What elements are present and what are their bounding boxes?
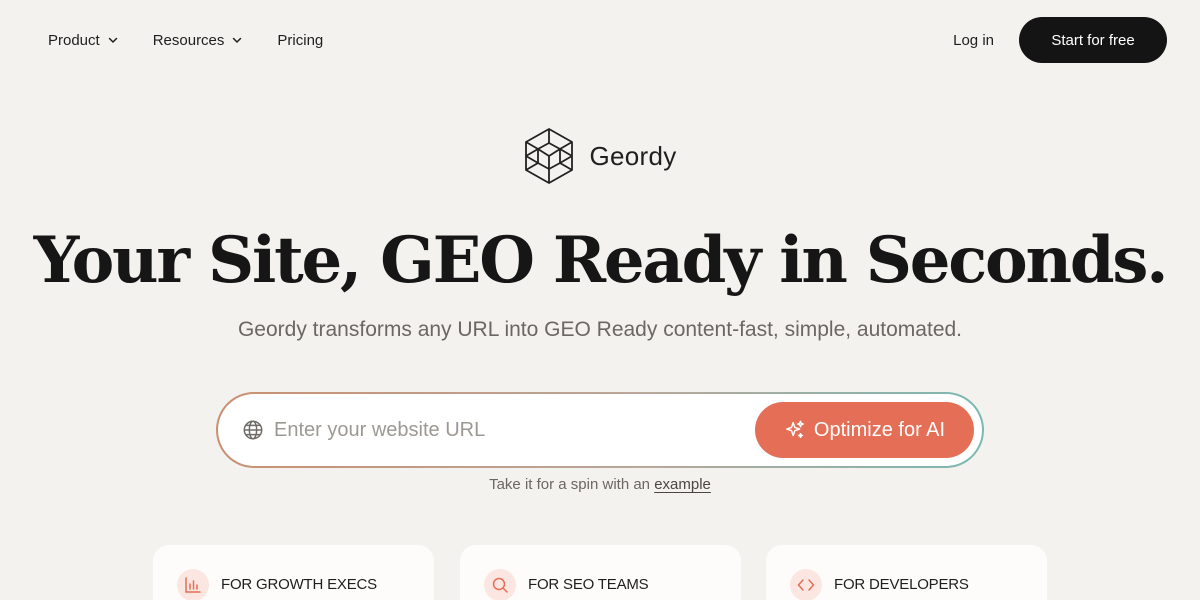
nav-item-product[interactable]: Product: [48, 32, 119, 49]
nav-item-resources[interactable]: Resources: [153, 32, 244, 49]
chevron-down-icon: [108, 37, 117, 43]
top-nav: Product Resources Pricing Log in Start f…: [0, 17, 1200, 63]
chevron-down-icon: [233, 37, 242, 43]
optimize-for-ai-button[interactable]: Optimize for AI: [755, 402, 974, 458]
optimize-button-label: Optimize for AI: [813, 418, 946, 441]
cube-lattice-icon: [525, 128, 574, 184]
hero-subheadline: Geordy transforms any URL into GEO Ready…: [237, 318, 963, 341]
nav-item-label: Resources: [152, 31, 225, 49]
hero-headline: Your Site, GEO Ready in Seconds.: [33, 223, 1169, 298]
nav-links: Product Resources Pricing: [48, 17, 323, 63]
card-title: FOR DEVELOPERS: [834, 576, 969, 593]
audience-card-seo-teams[interactable]: FOR SEO TEAMS: [460, 545, 741, 600]
landing-page: Product Resources Pricing Log in Start f…: [0, 0, 1200, 600]
nav-item-label: Product: [48, 31, 100, 49]
url-form: Optimize for AI: [216, 392, 984, 468]
hint-text: Take it for a spin with an: [489, 476, 651, 493]
code-icon: [797, 579, 815, 591]
example-hint: Take it for a spin with an example: [0, 476, 1200, 493]
globe-icon: [243, 420, 263, 440]
nav-item-pricing[interactable]: Pricing: [277, 32, 323, 49]
brand-lockup: Geordy: [0, 127, 1200, 185]
nav-actions: Log in Start for free: [953, 17, 1167, 63]
search-icon: [492, 577, 508, 593]
card-icon-badge: [790, 569, 822, 600]
start-for-free-button[interactable]: Start for free: [1019, 17, 1167, 63]
card-icon-badge: [177, 569, 209, 600]
url-form-inner: Optimize for AI: [218, 394, 982, 466]
brand-name: Geordy: [589, 140, 677, 171]
login-link[interactable]: Log in: [953, 32, 994, 49]
audience-card-growth-execs[interactable]: FOR GROWTH EXECS: [153, 545, 434, 600]
card-icon-badge: [484, 569, 516, 600]
card-title: FOR SEO TEAMS: [528, 576, 649, 593]
card-title: FOR GROWTH EXECS: [221, 576, 377, 593]
audience-card-developers[interactable]: FOR DEVELOPERS: [766, 545, 1047, 600]
nav-item-label: Pricing: [277, 31, 324, 49]
bar-chart-icon: [185, 577, 201, 593]
url-input[interactable]: [274, 412, 734, 448]
sparkle-icon: [785, 420, 804, 439]
example-link[interactable]: example: [654, 476, 711, 493]
